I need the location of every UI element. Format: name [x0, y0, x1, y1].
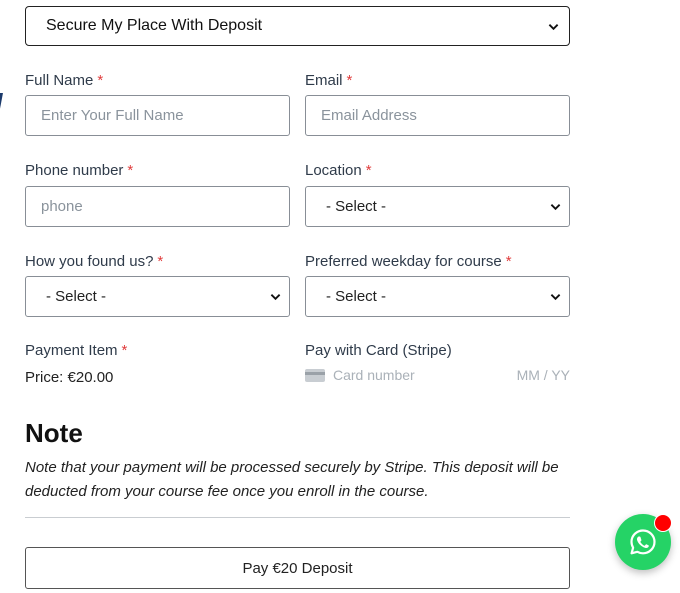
- card-number-placeholder: Card number: [333, 367, 415, 383]
- payment-item-label: Payment Item *: [25, 342, 128, 359]
- weekday-value: - Select -: [326, 288, 387, 305]
- full-name-placeholder: Enter Your Full Name: [41, 107, 184, 124]
- location-label: Location *: [305, 162, 372, 179]
- phone-placeholder: phone: [41, 198, 83, 215]
- found-us-select[interactable]: - Select -: [25, 276, 290, 317]
- divider: [25, 517, 570, 518]
- chevron-down-icon: [547, 20, 559, 32]
- email-input[interactable]: Email Address: [305, 95, 570, 136]
- found-us-value: - Select -: [46, 288, 107, 305]
- card-input[interactable]: Card number MM / YY: [305, 365, 570, 385]
- email-placeholder: Email Address: [321, 107, 417, 124]
- found-us-label: How you found us? *: [25, 253, 164, 270]
- full-name-label: Full Name *: [25, 72, 104, 89]
- notification-dot: [654, 514, 672, 532]
- note-text: Note that your payment will be processed…: [25, 459, 559, 500]
- chevron-down-icon: [549, 201, 561, 213]
- note-title: Note: [25, 418, 83, 448]
- location-value: - Select -: [326, 198, 387, 215]
- whatsapp-icon: [630, 529, 656, 555]
- stripe-label: Pay with Card (Stripe): [305, 342, 452, 359]
- full-name-input[interactable]: Enter Your Full Name: [25, 95, 290, 136]
- phone-input[interactable]: phone: [25, 186, 290, 227]
- card-expiry-placeholder: MM / YY: [516, 367, 570, 383]
- chevron-down-icon: [269, 291, 281, 303]
- chevron-down-icon: [549, 291, 561, 303]
- email-label: Email *: [305, 72, 353, 89]
- weekday-select[interactable]: - Select -: [305, 276, 570, 317]
- location-select[interactable]: - Select -: [305, 186, 570, 227]
- edge-decoration: /: [0, 88, 3, 119]
- credit-card-icon: [305, 368, 325, 382]
- pay-deposit-button[interactable]: Pay €20 Deposit: [25, 547, 570, 589]
- weekday-label: Preferred weekday for course *: [305, 253, 512, 270]
- deposit-option-select[interactable]: Secure My Place With Deposit: [25, 6, 570, 46]
- phone-label: Phone number *: [25, 162, 134, 179]
- payment-price: Price: €20.00: [25, 369, 114, 386]
- deposit-option-value: Secure My Place With Deposit: [46, 17, 263, 34]
